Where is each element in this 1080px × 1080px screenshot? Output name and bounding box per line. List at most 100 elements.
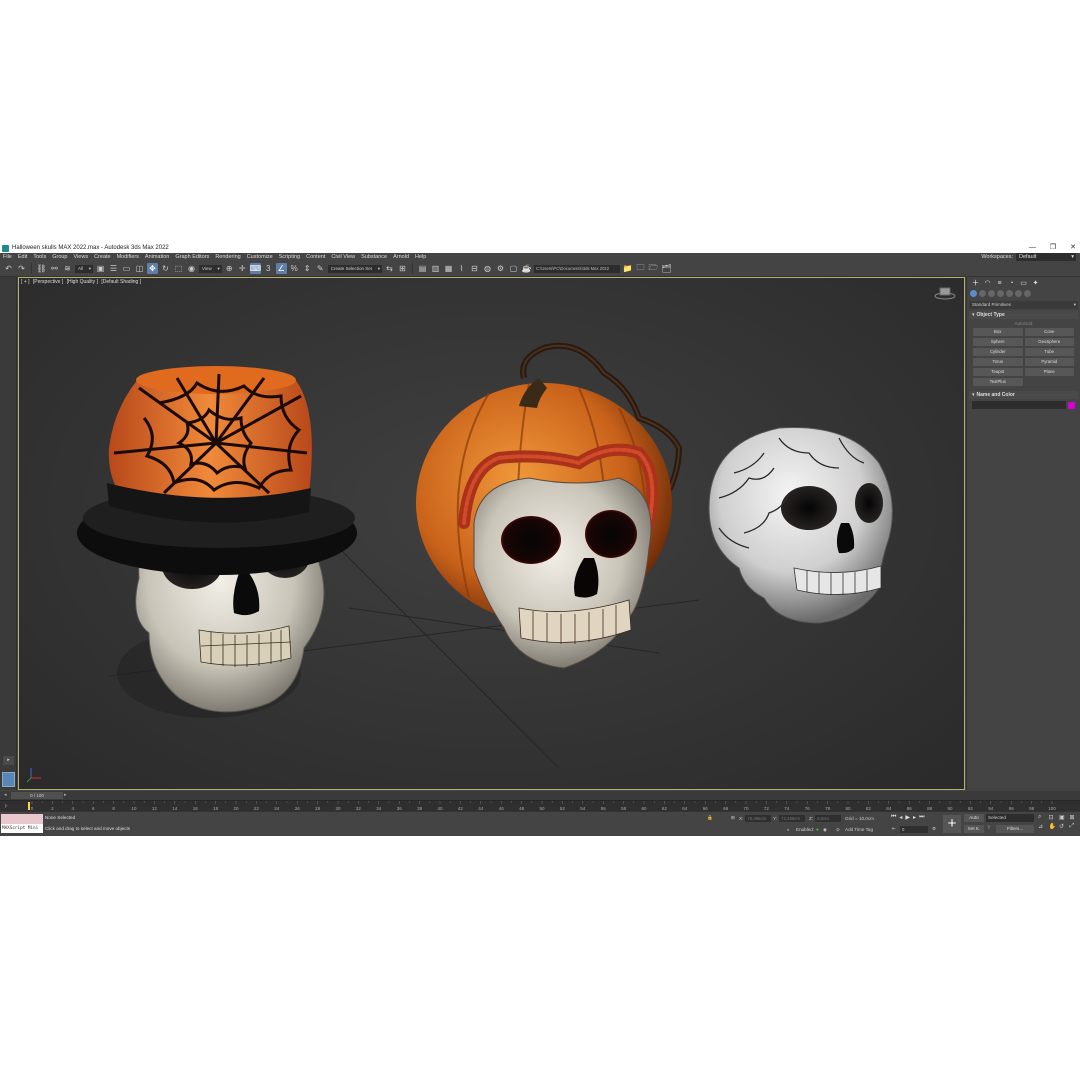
torus-button[interactable]: Torus bbox=[973, 358, 1023, 366]
material-editor-icon[interactable]: ◍ bbox=[482, 263, 493, 274]
menu-help[interactable]: Help bbox=[412, 253, 429, 261]
viewport-label-menu[interactable]: [ + ] [Perspective ] [High Quality ] [De… bbox=[21, 279, 143, 285]
select-scale-icon[interactable]: ⬚ bbox=[173, 263, 184, 274]
spinner-snap-icon[interactable]: ⇕ bbox=[302, 263, 313, 274]
add-time-tag[interactable]: Add Time Tag bbox=[845, 827, 873, 832]
space-warps-icon[interactable] bbox=[1015, 290, 1022, 297]
menu-customize[interactable]: Customize bbox=[244, 253, 276, 261]
systems-icon[interactable] bbox=[1024, 290, 1031, 297]
viewport-layout-tab[interactable] bbox=[2, 772, 15, 787]
geosphere-button[interactable]: GeoSphere bbox=[1024, 338, 1074, 346]
helpers-icon[interactable] bbox=[1006, 290, 1013, 297]
select-place-icon[interactable]: ◉ bbox=[186, 263, 197, 274]
menu-civil-view[interactable]: Civil View bbox=[328, 253, 358, 261]
x-field[interactable]: 78,496cm bbox=[745, 815, 772, 822]
mirror-icon[interactable]: ⇆ bbox=[384, 263, 395, 274]
create-tab-icon[interactable]: ＋ bbox=[971, 280, 980, 288]
viewport-general-menu[interactable]: [ + ] bbox=[21, 279, 29, 285]
time-slider[interactable]: ◂ 0 / 100 ▸ bbox=[0, 791, 1080, 800]
menu-scripting[interactable]: Scripting bbox=[276, 253, 303, 261]
display-tab-icon[interactable]: ▭ bbox=[1019, 280, 1028, 288]
menu-arnold[interactable]: Arnold bbox=[390, 253, 412, 261]
previous-frame-icon[interactable]: ◂ bbox=[899, 814, 902, 821]
select-rotate-icon[interactable]: ↻ bbox=[160, 263, 171, 274]
isolate-toggle-icon[interactable]: ◉ bbox=[823, 827, 827, 833]
zoom-extents-all-icon[interactable]: ⊠ bbox=[1070, 814, 1079, 821]
viewcube-icon[interactable] bbox=[934, 286, 956, 300]
shapes-icon[interactable] bbox=[979, 290, 986, 297]
menu-animation[interactable]: Animation bbox=[142, 253, 172, 261]
menu-create[interactable]: Create bbox=[91, 253, 114, 261]
keyboard-shortcut-override-icon[interactable]: ⌨ bbox=[249, 263, 261, 274]
layer-explorer-icon[interactable]: ▥ bbox=[430, 263, 441, 274]
sphere-button[interactable]: Sphere bbox=[973, 338, 1023, 346]
utilities-tab-icon[interactable]: ✦ bbox=[1031, 280, 1040, 288]
motion-tab-icon[interactable]: ◔ bbox=[1007, 280, 1016, 288]
percent-snap-icon[interactable]: % bbox=[289, 263, 300, 274]
selection-filter-dropdown[interactable]: All bbox=[75, 264, 94, 273]
enabled-toggle-icon[interactable]: ● bbox=[816, 827, 819, 832]
viewport-quality-menu[interactable]: [High Quality ] bbox=[67, 279, 98, 285]
ribbon-toggle-icon[interactable]: ▦ bbox=[443, 263, 454, 274]
scene-explorer-icon[interactable]: ▤ bbox=[417, 263, 428, 274]
track-bar[interactable]: ⊦ 0 2 4 6 8 10 12 14 16 18 20 22 24 26 28 30 32 34 36 38 40 4… bbox=[0, 800, 1080, 811]
schematic-view-icon[interactable]: ⊟ bbox=[469, 263, 480, 274]
align-icon[interactable]: ⊞ bbox=[397, 263, 408, 274]
name-color-header[interactable]: ▾ Name and Color bbox=[969, 391, 1078, 399]
maxscript-mini-field[interactable]: MAXScript Mini bbox=[1, 824, 43, 833]
selection-region-icon[interactable]: ▭ bbox=[121, 263, 132, 274]
named-selection-dropdown[interactable]: Create Selection Set bbox=[327, 264, 382, 273]
angle-snap-icon[interactable]: ∠ bbox=[275, 263, 287, 274]
expand-layout-icon[interactable]: ▸ bbox=[3, 756, 14, 765]
menu-substance[interactable]: Substance bbox=[358, 253, 390, 261]
time-configuration-icon[interactable]: ⚙ bbox=[932, 826, 936, 832]
zoom-extents-icon[interactable]: ▣ bbox=[1059, 814, 1068, 821]
lights-icon[interactable] bbox=[988, 290, 995, 297]
play-icon[interactable]: ▶ bbox=[905, 814, 910, 821]
menu-tools[interactable]: Tools bbox=[30, 253, 49, 261]
menu-group[interactable]: Group bbox=[49, 253, 70, 261]
open-folder-icon[interactable]: 📁 bbox=[622, 263, 633, 274]
z-field[interactable]: 0,0cm bbox=[815, 815, 842, 822]
perspective-viewport[interactable]: [ + ] [Perspective ] [High Quality ] [De… bbox=[18, 277, 965, 790]
absolute-mode-icon[interactable]: ⊞ bbox=[731, 815, 735, 821]
autogrid-checkbox[interactable]: AutoGrid bbox=[969, 319, 1078, 328]
lock-selection-icon[interactable]: 🔒 bbox=[707, 815, 713, 821]
current-frame-field[interactable]: 0 bbox=[900, 826, 928, 833]
textplus-button[interactable]: TextPlus bbox=[973, 378, 1023, 386]
time-tag-icon[interactable]: ⊘ bbox=[836, 827, 840, 833]
curve-editor-icon[interactable]: ⌇ bbox=[456, 263, 467, 274]
edit-named-selection-icon[interactable]: ✎ bbox=[315, 263, 326, 274]
filters-button[interactable]: Filters... bbox=[996, 825, 1034, 833]
project-folder-icon[interactable]: 🗀 bbox=[635, 263, 646, 274]
orbit-icon[interactable]: ↺ bbox=[1059, 823, 1068, 830]
prev-frame-arrow-icon[interactable]: ◂ bbox=[4, 792, 7, 798]
undo-icon[interactable]: ↶ bbox=[3, 263, 14, 274]
primitive-category-dropdown[interactable]: Standard Primitives bbox=[969, 301, 1078, 309]
object-type-header[interactable]: ▾ Object Type bbox=[969, 311, 1078, 319]
render-production-icon[interactable]: ☕ bbox=[521, 263, 532, 274]
adaptive-degradation-icon[interactable]: ◐ bbox=[787, 827, 790, 832]
pan-icon[interactable]: ✋ bbox=[1049, 823, 1058, 830]
key-filter-dropdown[interactable]: Selected bbox=[986, 814, 1034, 822]
cameras-icon[interactable] bbox=[997, 290, 1004, 297]
object-name-field[interactable] bbox=[972, 401, 1066, 409]
cylinder-button[interactable]: Cylinder bbox=[973, 348, 1023, 356]
modify-tab-icon[interactable]: ◠ bbox=[983, 280, 992, 288]
go-to-start-icon[interactable]: ⏮ bbox=[891, 814, 896, 821]
time-slider-handle[interactable]: 0 / 100 bbox=[11, 792, 63, 799]
go-to-end-icon[interactable]: ⏭ bbox=[919, 814, 924, 821]
menu-edit[interactable]: Edit bbox=[15, 253, 30, 261]
key-filters-icon[interactable]: ⊤ bbox=[987, 825, 991, 831]
reference-coordinate-dropdown[interactable]: View bbox=[199, 264, 222, 273]
maximize-viewport-icon[interactable]: ⤢ bbox=[1070, 823, 1079, 830]
zoom-icon[interactable]: ⌕ bbox=[1038, 814, 1047, 821]
project-folder-path[interactable]: C:\Users\PC\Documents\3ds Max 2022 bbox=[533, 264, 620, 273]
set-key-plus-icon[interactable]: + bbox=[943, 815, 961, 833]
teapot-button[interactable]: Teapot bbox=[973, 368, 1023, 376]
next-frame-arrow-icon[interactable]: ▸ bbox=[64, 792, 67, 798]
set-key-button[interactable]: Set K. bbox=[964, 825, 984, 833]
select-by-name-icon[interactable]: ☰ bbox=[108, 263, 119, 274]
tube-button[interactable]: Tube bbox=[1024, 348, 1074, 356]
menu-views[interactable]: Views bbox=[71, 253, 92, 261]
